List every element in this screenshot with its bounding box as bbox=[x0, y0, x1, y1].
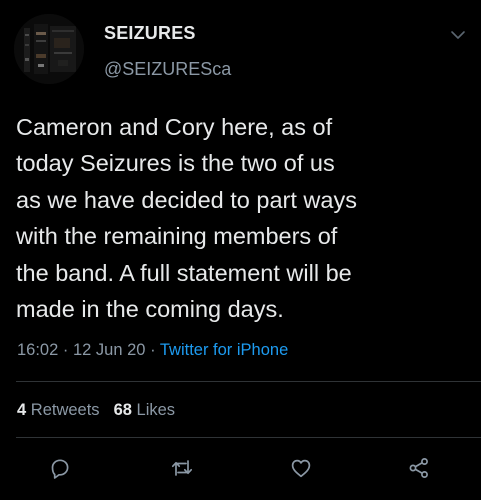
like-button[interactable] bbox=[289, 456, 313, 480]
retweets-stat[interactable]: 4 Retweets bbox=[17, 401, 100, 419]
tweet-card: SEIZURES @SEIZURESca Cameron and Cory he… bbox=[0, 0, 481, 500]
retweets-count: 4 bbox=[17, 401, 27, 419]
retweet-icon bbox=[171, 460, 193, 476]
tweet-text-line: with the remaining members of bbox=[16, 223, 338, 250]
band-avatar-icon bbox=[14, 14, 84, 84]
tweet-text-line: as we have decided to part ways bbox=[16, 186, 357, 213]
reply-icon bbox=[51, 459, 69, 479]
tweet-metadata: 16:02 · 12 Jun 20 · Twitter for iPhone bbox=[17, 339, 288, 361]
profile-avatar[interactable] bbox=[14, 14, 84, 84]
meta-separator: · bbox=[62, 341, 69, 359]
tweet-text-line: today Seizures is the two of us bbox=[16, 150, 335, 177]
likes-label: Likes bbox=[136, 401, 176, 419]
chevron-down-icon[interactable] bbox=[450, 28, 466, 40]
tweet-stats: 4 Retweets 68 Likes bbox=[17, 399, 175, 421]
tweet-text: Cameron and Cory here, as of today Seizu… bbox=[16, 109, 471, 327]
divider bbox=[16, 381, 481, 382]
tweet-text-line: made in the coming days. bbox=[16, 295, 284, 322]
share-icon bbox=[409, 458, 428, 478]
divider bbox=[16, 437, 481, 438]
tweet-source-link[interactable]: Twitter for iPhone bbox=[160, 341, 288, 359]
tweet-text-line: the band. A full statement will be bbox=[16, 259, 352, 286]
tweet-text-line: Cameron and Cory here, as of bbox=[16, 114, 333, 140]
tweet-time[interactable]: 16:02 bbox=[17, 341, 58, 359]
likes-count: 68 bbox=[113, 401, 132, 419]
retweets-label: Retweets bbox=[30, 401, 100, 419]
share-button[interactable] bbox=[407, 456, 431, 480]
heart-icon bbox=[291, 459, 311, 478]
display-name[interactable]: SEIZURES bbox=[104, 22, 196, 44]
account-handle[interactable]: @SEIZURESca bbox=[104, 58, 231, 80]
reply-button[interactable] bbox=[48, 456, 72, 480]
tweet-date[interactable]: 12 Jun 20 bbox=[73, 341, 145, 359]
likes-stat[interactable]: 68 Likes bbox=[114, 401, 175, 419]
retweet-button[interactable] bbox=[170, 456, 194, 480]
meta-separator: · bbox=[150, 341, 156, 359]
